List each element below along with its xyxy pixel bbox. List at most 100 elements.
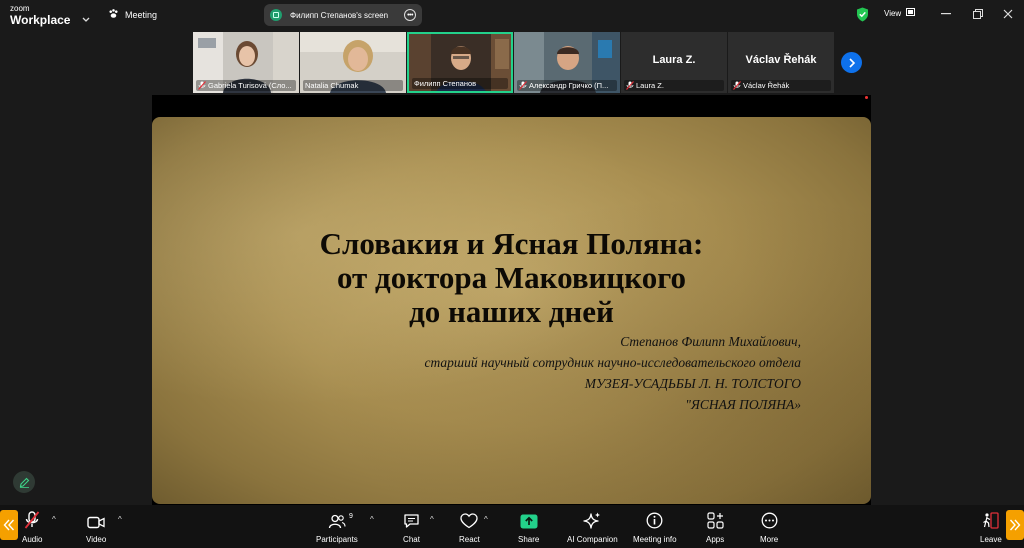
meeting-menu[interactable]: Meeting bbox=[108, 8, 157, 21]
video-label: Video bbox=[86, 535, 107, 544]
chat-label: Chat bbox=[403, 535, 420, 544]
share-label: Share bbox=[518, 535, 540, 544]
participant-display-name: Václav Řehák bbox=[745, 54, 817, 66]
grid-view-icon bbox=[906, 8, 916, 18]
chevron-down-icon[interactable] bbox=[82, 10, 90, 28]
share-button[interactable]: Share bbox=[518, 511, 539, 544]
info-icon bbox=[646, 511, 663, 529]
chevron-right-icon bbox=[848, 57, 855, 68]
double-chevron-right-icon bbox=[1009, 519, 1021, 531]
presentation-slide: Словакия и Ясная Поляна: от доктора Мако… bbox=[152, 117, 871, 504]
participant-label: Gabriela Turisová (Сло... bbox=[196, 80, 296, 91]
chevron-up-icon[interactable]: ^ bbox=[118, 515, 122, 524]
slide-author-line: Степанов Филипп Михайлович, bbox=[620, 334, 801, 349]
participant-label: Александр Гричко (П... bbox=[517, 80, 617, 91]
participant-tile[interactable]: Václav Řehák Václav Řehák bbox=[728, 32, 834, 93]
participant-tile[interactable]: Александр Гричко (П... bbox=[514, 32, 620, 93]
audio-button[interactable]: Audio bbox=[22, 511, 42, 544]
view-label: View bbox=[884, 8, 902, 18]
participant-display-name: Laura Z. bbox=[652, 54, 696, 66]
participant-tile[interactable]: Laura Z. Laura Z. bbox=[621, 32, 727, 93]
apps-label: Apps bbox=[706, 535, 725, 544]
brand-bottom: Workplace bbox=[10, 13, 71, 27]
leave-button[interactable]: Leave bbox=[980, 511, 1002, 544]
participant-label: Laura Z. bbox=[624, 80, 724, 91]
mic-muted-icon bbox=[24, 511, 40, 529]
heart-icon bbox=[460, 511, 479, 529]
audio-label: Audio bbox=[22, 535, 43, 544]
video-camera-icon bbox=[87, 511, 105, 529]
annotate-button[interactable] bbox=[13, 471, 35, 493]
participant-name: Александр Гричко (П... bbox=[529, 81, 609, 90]
view-button[interactable]: View bbox=[884, 8, 916, 18]
more-label: More bbox=[760, 535, 779, 544]
mic-muted-icon bbox=[519, 81, 527, 90]
participant-tile[interactable]: Gabriela Turisová (Сло... bbox=[193, 32, 299, 93]
slide-author: Степанов Филипп Михайлович, старший науч… bbox=[425, 331, 801, 415]
slide-title-line: до наших дней bbox=[409, 294, 614, 329]
leave-icon bbox=[982, 511, 1000, 529]
close-icon[interactable] bbox=[1000, 6, 1016, 22]
chat-button[interactable]: Chat bbox=[403, 511, 420, 544]
ai-companion-label: AI Companion bbox=[567, 535, 618, 544]
chevron-up-icon[interactable]: ^ bbox=[52, 515, 56, 524]
participant-tile[interactable]: Natalia Chumak bbox=[300, 32, 406, 93]
app-logo: zoom Workplace bbox=[10, 4, 71, 27]
share-screen-icon bbox=[520, 511, 538, 529]
chevron-up-icon[interactable]: ^ bbox=[484, 515, 488, 524]
slide-title-line: Словакия и Ясная Поляна: bbox=[319, 226, 704, 261]
recording-dot bbox=[865, 96, 868, 99]
minimize-icon[interactable] bbox=[938, 6, 954, 22]
participant-name: Филипп Степанов bbox=[414, 79, 477, 88]
participants-icon bbox=[328, 511, 346, 529]
restore-icon[interactable] bbox=[970, 6, 986, 22]
participant-name: Gabriela Turisová (Сло... bbox=[208, 81, 292, 90]
right-panel-toggle[interactable] bbox=[1006, 510, 1024, 540]
react-button[interactable]: React bbox=[459, 511, 480, 544]
shield-check-icon[interactable] bbox=[856, 7, 869, 27]
pencil-icon bbox=[19, 477, 29, 488]
apps-button[interactable]: Apps bbox=[706, 511, 724, 544]
mic-muted-icon bbox=[733, 81, 741, 90]
left-panel-toggle[interactable] bbox=[0, 510, 18, 540]
meeting-info-button[interactable]: Meeting info bbox=[633, 511, 677, 544]
screen-share-pill[interactable]: Филипп Степанов's screen ••• bbox=[264, 4, 422, 26]
slide-author-line: МУЗЕЯ-УСАДЬБЫ Л. Н. ТОЛСТОГО bbox=[584, 376, 801, 391]
participant-strip: Gabriela Turisová (Сло... Natalia Chumak bbox=[193, 32, 834, 93]
screen-share-label: Филипп Степанов's screen bbox=[290, 10, 389, 20]
mic-muted-icon bbox=[198, 81, 206, 90]
slide-author-line: старший научный сотрудник научно-исследо… bbox=[424, 355, 801, 370]
slide-author-line: "ЯСНАЯ ПОЛЯНА» bbox=[685, 397, 801, 412]
participant-name: Natalia Chumak bbox=[305, 81, 359, 90]
meeting-label: Meeting bbox=[125, 9, 158, 20]
meeting-toolbar: Audio ^ Video ^ Participants 9 ^ Chat ^ … bbox=[0, 505, 1024, 548]
leave-label: Leave bbox=[980, 535, 1002, 544]
mic-muted-icon bbox=[626, 81, 634, 90]
more-icon bbox=[761, 511, 778, 529]
participant-tile-active[interactable]: Филипп Степанов bbox=[407, 32, 513, 93]
react-label: React bbox=[459, 535, 480, 544]
chevron-up-icon[interactable]: ^ bbox=[430, 515, 434, 524]
participants-label: Participants bbox=[316, 535, 358, 544]
chat-icon bbox=[403, 511, 420, 529]
slide-title-line: от доктора Маковицкого bbox=[336, 260, 687, 295]
share-screen-icon bbox=[270, 9, 282, 21]
more-button[interactable]: More bbox=[760, 511, 778, 544]
slide-title: Словакия и Ясная Поляна: от доктора Мако… bbox=[152, 227, 871, 329]
participant-name: Václav Řehák bbox=[743, 81, 790, 90]
participant-label: Natalia Chumak bbox=[303, 80, 403, 91]
next-page-button[interactable] bbox=[841, 52, 862, 73]
ai-companion-button[interactable]: AI Companion bbox=[567, 511, 618, 544]
paw-icon bbox=[108, 8, 119, 21]
chevron-up-icon[interactable]: ^ bbox=[370, 515, 374, 524]
participant-label: Филипп Степанов bbox=[412, 78, 508, 89]
meeting-info-label: Meeting info bbox=[633, 535, 677, 544]
brand-top: zoom bbox=[10, 4, 30, 13]
video-button[interactable]: Video bbox=[86, 511, 106, 544]
double-chevron-left-icon bbox=[3, 519, 15, 531]
participant-name: Laura Z. bbox=[636, 81, 664, 90]
title-bar: zoom Workplace Meeting Филипп Степанов's… bbox=[0, 0, 1024, 30]
participant-label: Václav Řehák bbox=[731, 80, 831, 91]
more-options-icon[interactable]: ••• bbox=[404, 9, 416, 21]
apps-icon bbox=[707, 511, 724, 529]
